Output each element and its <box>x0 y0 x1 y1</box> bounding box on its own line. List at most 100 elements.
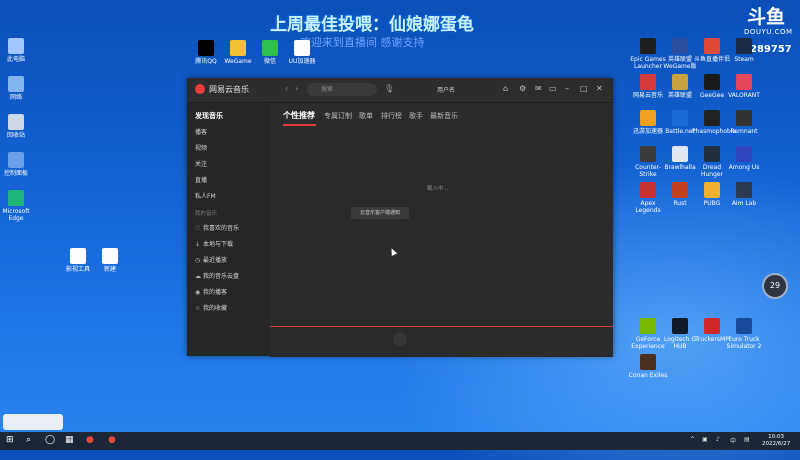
task-view-icon[interactable]: ◯ <box>45 435 55 445</box>
app-icon <box>736 74 752 90</box>
app-icon <box>704 146 720 162</box>
player-bar <box>270 326 613 357</box>
play-button[interactable] <box>393 332 407 346</box>
cloud-icon: ☁ <box>195 273 201 280</box>
app-icon <box>672 110 688 126</box>
app-icon <box>70 248 86 264</box>
search-input[interactable]: 搜索 <box>307 83 377 96</box>
sidebar-item-video[interactable]: 视频 <box>195 143 207 152</box>
desktop-icon-label: 新建 <box>103 266 116 273</box>
sidebar-item-label: 我喜欢的音乐 <box>203 225 240 232</box>
desktop-icon[interactable]: Conan Exiles <box>628 354 668 379</box>
tray-volume-icon[interactable]: ♪ <box>716 436 720 443</box>
desktop-icon[interactable]: UU加速器 <box>282 40 322 65</box>
sidebar-item-local[interactable]: ↓ 本地与下载 <box>195 239 233 248</box>
desktop-icon[interactable]: Among Us <box>724 146 764 171</box>
app-icon <box>736 182 752 198</box>
maximize-icon[interactable]: □ <box>580 84 588 93</box>
tray-icon[interactable]: ▤ <box>744 436 750 443</box>
widgets-icon[interactable]: ▦ <box>65 435 74 445</box>
search-icon[interactable]: ⌕ <box>26 435 31 445</box>
app-icon <box>704 182 720 198</box>
windows-start-icon[interactable]: ⊞ <box>6 435 14 445</box>
sidebar-item-follow[interactable]: 关注 <box>195 159 207 168</box>
logo-text: 斗鱼 <box>746 6 785 28</box>
taskbar-clock[interactable]: 10:03 2022/6/27 <box>762 434 790 448</box>
sidebar-item-label: 最近播放 <box>203 257 228 264</box>
tab-playlists[interactable]: 歌单 <box>359 111 373 121</box>
sidebar-item-label: 我的收藏 <box>203 305 228 312</box>
tab-custom[interactable]: 专属订制 <box>324 111 352 121</box>
desktop-icon[interactable]: Euro Truck Simulator 2 <box>724 318 764 350</box>
desktop-icon[interactable]: 网络 <box>0 76 36 101</box>
app-icon <box>102 248 118 264</box>
sidebar-item-podcast[interactable]: 播客 <box>195 127 207 136</box>
desktop-icon[interactable]: Remnant <box>724 110 764 135</box>
app-icon <box>294 40 310 56</box>
desktop-icon-label: Among Us <box>728 164 760 171</box>
desktop-icon[interactable]: 新建 <box>90 248 130 273</box>
app-icon <box>704 110 720 126</box>
sidebar-section-label: 我的音乐 <box>195 211 218 217</box>
tab-new-music[interactable]: 最新音乐 <box>430 111 458 121</box>
app-icon <box>8 152 24 168</box>
app-icon <box>672 182 688 198</box>
shirt-icon[interactable]: ⌂ <box>503 84 508 93</box>
douyu-taskbar-icon[interactable]: ● <box>86 435 94 445</box>
desktop-icon-label: Conan Exiles <box>628 372 668 379</box>
app-icon <box>198 40 214 56</box>
desktop-icon[interactable]: Steam <box>724 38 764 63</box>
desktop-icon[interactable]: Aim Lab <box>724 182 764 207</box>
tab-charts[interactable]: 排行榜 <box>381 111 402 121</box>
netease-taskbar-icon[interactable]: ● <box>108 435 116 445</box>
user-name[interactable]: 用户名 <box>437 85 455 94</box>
back-icon[interactable]: ‹ <box>285 84 288 93</box>
app-icon <box>672 38 688 54</box>
notification-chip[interactable] <box>3 414 63 430</box>
desktop-icon-label: Euro Truck Simulator 2 <box>726 336 762 350</box>
app-icon <box>640 74 656 90</box>
tray-network-icon[interactable]: ▣ <box>702 436 708 443</box>
app-icon <box>640 354 656 370</box>
forward-icon[interactable]: › <box>295 84 298 93</box>
desktop-icon-label: UU加速器 <box>288 58 316 65</box>
minimize-icon[interactable]: – <box>565 84 569 93</box>
sidebar-item-liked[interactable]: ♡ 我喜欢的音乐 <box>195 223 239 232</box>
desktop-icon-label: 回收站 <box>6 132 25 139</box>
mini-mode-icon[interactable]: ▭ <box>549 84 557 93</box>
close-icon[interactable]: ✕ <box>596 84 603 93</box>
sidebar-item-my-podcast[interactable]: ◉ 我的播客 <box>195 287 227 296</box>
settings-icon[interactable]: ⚙ <box>519 84 526 93</box>
taskbar: ⊞ ⌕ ◯ ▦ ● ● ^ ▣ ♪ 中 ▤ 10:03 2022/6/27 <box>0 432 800 450</box>
stream-overlay-title: 上周最佳投喂：仙娘娜蛋龟 <box>270 15 474 35</box>
app-icon <box>640 318 656 334</box>
desktop-icon-label: Remnant <box>730 128 758 135</box>
clock-icon: ◷ <box>195 257 201 264</box>
sidebar-item-discover[interactable]: 发现音乐 <box>195 111 223 121</box>
title-bar[interactable]: 网易云音乐 ‹ › 搜索 🎙 用户名 ⌂ ⚙ ✉ ▭ – □ ✕ <box>187 78 613 103</box>
sidebar-item-cloud[interactable]: ☁ 我的音乐云盘 <box>195 271 239 280</box>
microphone-icon[interactable]: 🎙 <box>384 84 394 93</box>
tab-artists[interactable]: 歌手 <box>409 111 423 121</box>
desktop-icon-label: 网络 <box>9 94 22 101</box>
sidebar-item-live[interactable]: 直播 <box>195 175 207 184</box>
desktop-icon[interactable]: 此电脑 <box>0 38 36 63</box>
tray-arrow-icon[interactable]: ^ <box>690 436 695 443</box>
netease-music-window[interactable]: 网易云音乐 ‹ › 搜索 🎙 用户名 ⌂ ⚙ ✉ ▭ – □ ✕ 发现音乐 播客… <box>187 78 613 357</box>
app-icon <box>640 110 656 126</box>
network-speed-bubble[interactable]: 29 <box>762 273 788 299</box>
desktop-icon[interactable]: 控制面板 <box>0 152 36 177</box>
desktop-icon[interactable]: Microsoft Edge <box>0 190 36 222</box>
app-icon <box>672 74 688 90</box>
tab-recommend[interactable]: 个性推荐 <box>283 110 315 121</box>
desktop-icon-label: 此电脑 <box>6 56 25 63</box>
tray-ime-icon[interactable]: 中 <box>730 436 736 445</box>
sidebar-item-fm[interactable]: 私人FM <box>195 191 216 200</box>
sidebar-item-recent[interactable]: ◷ 最近播放 <box>195 255 227 264</box>
mail-icon[interactable]: ✉ <box>535 84 542 93</box>
desktop-icon[interactable]: 回收站 <box>0 114 36 139</box>
sidebar-item-collection[interactable]: ☆ 我的收藏 <box>195 303 227 312</box>
download-icon: ↓ <box>195 241 201 248</box>
desktop-icon[interactable]: VALORANT <box>724 74 764 99</box>
sidebar-item-label: 我的播客 <box>203 289 228 296</box>
